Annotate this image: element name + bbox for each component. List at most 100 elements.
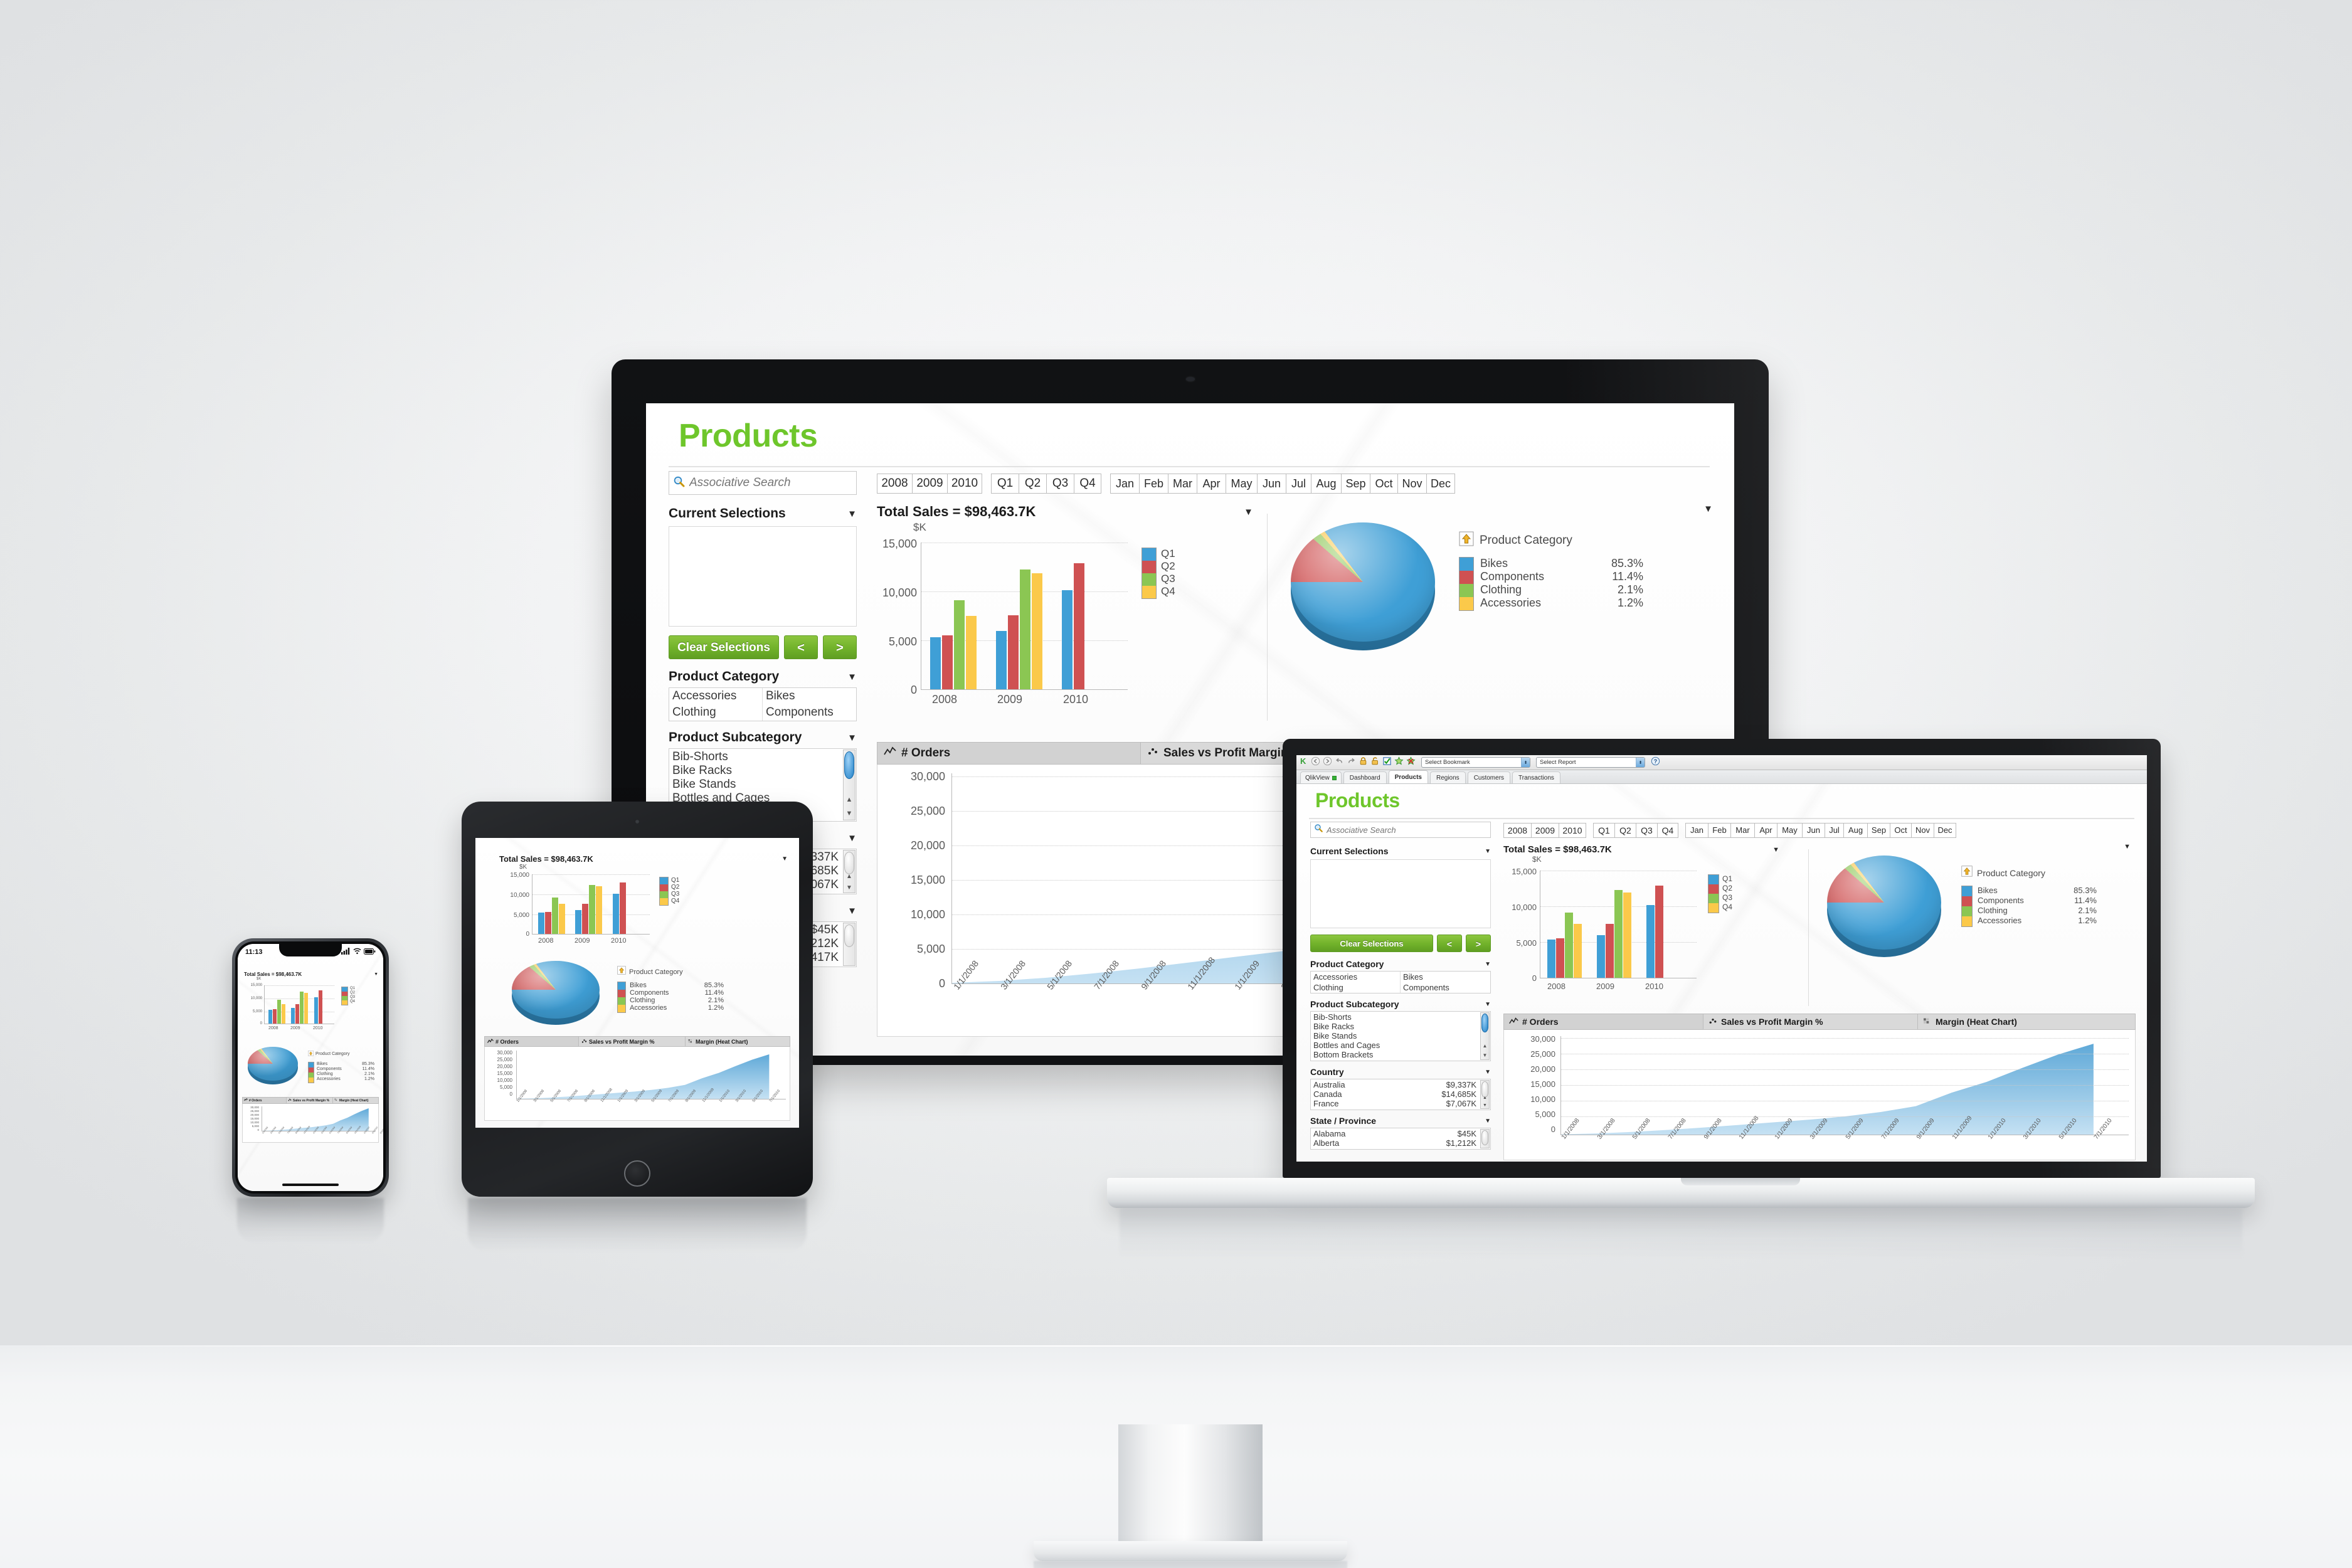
chip-month[interactable]: Aug [1311,474,1341,494]
phone-total-sales-chart[interactable]: Total Sales = $98,463.7K ▼ $K 15,000 10,… [244,972,378,1037]
scrollbar-thumb[interactable] [1481,1130,1488,1145]
selection-forward-button[interactable]: > [1466,935,1491,952]
listbox-product-subcategory[interactable]: Bib-Shorts Bike Racks Bike Stands Bottle… [1310,1011,1491,1061]
list-item[interactable]: Bib-Shorts [672,750,839,764]
chip-month[interactable]: Sep [1341,474,1370,494]
sheet-tab-customers[interactable]: Customers [1467,771,1511,783]
chevron-down-icon[interactable]: ▼ [1772,846,1779,854]
list-item[interactable]: Clothing [1311,982,1401,993]
chip-month[interactable]: Jul [1825,823,1843,838]
chip-month[interactable]: Jan [1685,823,1708,838]
scroll-up-icon[interactable]: ▲ [1481,1096,1489,1100]
scrollbar-vertical[interactable] [1480,1129,1490,1148]
undo-icon[interactable] [1335,756,1344,769]
search-input[interactable] [1327,825,1487,835]
chip-month[interactable]: Oct [1890,823,1911,838]
tab-orders[interactable]: # Orders [877,743,1141,764]
list-item[interactable]: Bottom Brackets [1313,1050,1476,1059]
list-item[interactable]: Alberta $1,212K [1313,1138,1476,1148]
selection-forward-button[interactable]: > [823,635,857,659]
scrollbar-thumb[interactable] [1481,1014,1488,1032]
drill-up-icon[interactable] [1459,531,1474,549]
chevron-down-icon[interactable]: ▼ [847,833,857,844]
list-item[interactable]: Australia $9,337K [1313,1080,1476,1089]
tablet-home-button[interactable] [624,1160,650,1187]
chevron-down-icon[interactable]: ▼ [1485,848,1491,855]
chevron-down-icon[interactable]: ▼ [847,509,857,519]
chip-month[interactable]: Aug [1843,823,1867,838]
list-item[interactable]: Clothing [669,704,763,721]
chevron-down-icon[interactable]: ▼ [781,856,788,862]
list-item[interactable]: Accessories [1311,972,1401,982]
chip-month[interactable]: Dec [1934,823,1956,838]
total-sales-chart[interactable]: Total Sales = $98,463.7K ▼ $K 15,000 10,… [877,504,1253,729]
list-item[interactable]: Components [1401,982,1490,993]
redo-icon[interactable] [1347,756,1356,769]
chip-year[interactable]: 2009 [912,474,947,494]
drill-up-icon[interactable] [308,1048,314,1059]
chip-month[interactable]: Apr [1197,474,1226,494]
list-item[interactable]: Bike Stands [1313,1031,1476,1041]
selection-back-button[interactable]: < [1437,935,1462,952]
tablet-total-sales-chart[interactable]: Total Sales = $98,463.7K ▼ $K 15,000 10,… [499,854,788,948]
scrollbar-thumb[interactable] [844,852,854,874]
tab-margin-heat-chart[interactable]: Margin (Heat Chart) [686,1037,790,1046]
chip-quarter[interactable]: Q3 [1046,474,1074,494]
chip-month[interactable]: Mar [1730,823,1754,838]
clear-selections-button[interactable]: Clear Selections [669,635,779,659]
select-bookmark-dropdown[interactable]: Select Bookmark ⬍ [1421,757,1530,768]
tab-sales-vs-profit-margin[interactable]: Sales vs Profit Margin % [287,1098,333,1103]
help-icon[interactable]: ? [1651,756,1660,769]
chip-quarter[interactable]: Q1 [1593,823,1614,838]
chevron-down-icon[interactable]: ▼ [1485,1069,1491,1076]
chip-month[interactable]: May [1226,474,1257,494]
phone-pie-chart[interactable]: Product Category Bikes 85.3% Components 11… [243,1043,379,1088]
search-input[interactable] [689,476,852,490]
chip-year[interactable]: 2008 [1503,823,1531,838]
chip-year[interactable]: 2009 [1531,823,1559,838]
search-box[interactable] [669,471,857,495]
sheet-tab-transactions[interactable]: Transactions [1512,771,1560,783]
lock-icon[interactable] [1359,756,1368,769]
chevron-down-icon[interactable]: ▼ [374,972,378,977]
checkbox-icon[interactable] [1382,756,1392,769]
bookmark-star-icon[interactable] [1394,756,1404,769]
scrollbar-thumb[interactable] [844,751,854,779]
chip-month[interactable]: Jan [1110,474,1139,494]
chip-month[interactable]: Nov [1397,474,1426,494]
scroll-down-icon[interactable]: ▼ [1481,1052,1489,1058]
listbox-country[interactable]: Australia $9,337K Canada $14,685K France $7… [1310,1079,1491,1110]
tab-orders[interactable]: # Orders [485,1037,579,1046]
clear-bookmark-icon[interactable] [1406,756,1416,769]
list-item[interactable]: Bib-Shorts [1313,1012,1476,1022]
chip-month[interactable]: Apr [1754,823,1777,838]
chip-month[interactable]: Mar [1168,474,1197,494]
scrollbar-vertical[interactable]: ▲ ▼ [843,850,856,893]
chevron-down-icon[interactable]: ▼ [1485,1001,1491,1008]
orders-area-chart[interactable]: 30,000 25,000 20,000 15,000 10,000 5,000… [1503,1030,2136,1160]
forward-icon[interactable] [1323,756,1332,769]
chevron-updown-icon[interactable]: ⬍ [1636,758,1645,767]
sheet-tab-qlikview[interactable]: QlikView [1300,771,1342,783]
unlock-icon[interactable] [1370,756,1380,769]
chevron-down-icon[interactable]: ▼ [1485,961,1491,968]
scroll-up-icon[interactable]: ▲ [844,796,855,803]
chip-month[interactable]: Jul [1286,474,1311,494]
list-item[interactable]: Bikes [1401,972,1490,982]
chip-quarter[interactable]: Q4 [1074,474,1101,494]
selection-back-button[interactable]: < [784,635,818,659]
chip-quarter[interactable]: Q4 [1657,823,1678,838]
chevron-down-icon[interactable]: ▼ [1485,1118,1491,1125]
list-item[interactable]: Bike Stands [672,778,839,792]
sheet-tab-regions[interactable]: Regions [1429,771,1466,783]
chip-year[interactable]: 2008 [877,474,912,494]
scroll-up-icon[interactable]: ▲ [1481,1043,1489,1049]
total-sales-chart[interactable]: Total Sales = $98,463.7K ▼ $K 15,000 10,… [1503,844,1798,1007]
drill-up-icon[interactable] [1961,866,1973,880]
chip-month[interactable]: May [1777,823,1802,838]
scrollbar-vertical[interactable]: ▲ ▼ [1480,1080,1490,1109]
tablet-orders-area-chart[interactable]: 30,000 25,000 20,000 15,000 10,000 5,000… [484,1047,790,1121]
scrollbar-thumb[interactable] [844,924,854,947]
list-item[interactable]: France $7,067K [1313,1099,1476,1108]
tablet-pie-chart[interactable]: Product Category Bikes 85.3% Components 11… [494,955,789,1030]
